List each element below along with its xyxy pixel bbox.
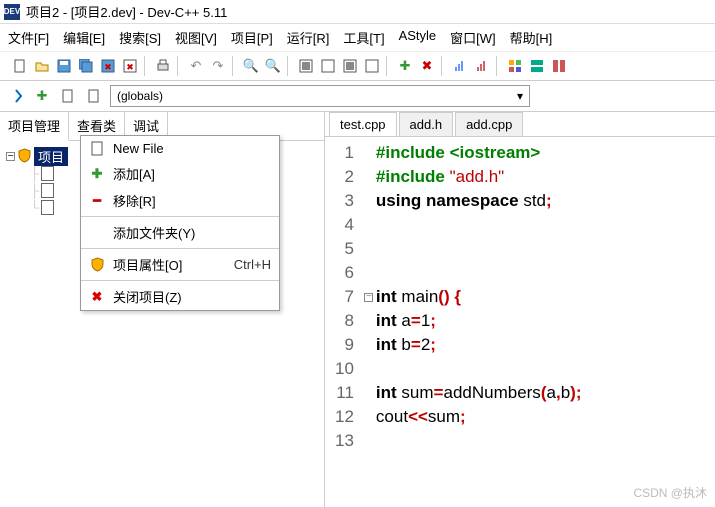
project-root-node[interactable]: 项目 bbox=[34, 147, 68, 166]
tab-project-manager[interactable]: 项目管理 bbox=[0, 112, 69, 141]
goto-bookmark-icon[interactable] bbox=[84, 86, 104, 106]
fold-gutter: − bbox=[362, 141, 376, 453]
shortcut-label: Ctrl+H bbox=[234, 257, 271, 272]
watermark: CSDN @执沐 bbox=[633, 484, 707, 501]
file-icon bbox=[89, 140, 105, 156]
titlebar: DEV 项目2 - [项目2.dev] - Dev-C++ 5.11 bbox=[0, 0, 715, 24]
new-file-icon[interactable] bbox=[10, 56, 30, 76]
close-icon: ✖ bbox=[89, 289, 105, 305]
shield-icon bbox=[17, 148, 32, 166]
svg-text:✖: ✖ bbox=[104, 62, 112, 72]
file-icon bbox=[41, 200, 54, 215]
file-icon bbox=[41, 183, 54, 198]
menu-tools[interactable]: 工具[T] bbox=[341, 27, 386, 48]
menu-astyle[interactable]: AStyle bbox=[397, 27, 439, 48]
file-icon bbox=[41, 166, 54, 181]
delete-profile-icon[interactable] bbox=[472, 56, 492, 76]
redo-icon[interactable]: ↷ bbox=[208, 56, 228, 76]
menu-window[interactable]: 窗口[W] bbox=[448, 27, 498, 48]
compile-run-icon[interactable] bbox=[340, 56, 360, 76]
code-lines: #include <iostream> #include "add.h" usi… bbox=[376, 141, 582, 453]
find-icon[interactable]: 🔍 bbox=[241, 56, 261, 76]
shield-icon bbox=[89, 257, 105, 273]
compile-icon[interactable] bbox=[296, 56, 316, 76]
app-icon: DEV bbox=[4, 4, 20, 20]
save-all-icon[interactable] bbox=[76, 56, 96, 76]
tab-add-h[interactable]: add.h bbox=[399, 112, 454, 136]
tab-test-cpp[interactable]: test.cpp bbox=[329, 112, 397, 136]
profile-icon[interactable] bbox=[450, 56, 470, 76]
menu-add-folder[interactable]: 添加文件夹(Y) bbox=[81, 216, 279, 246]
open-icon[interactable] bbox=[32, 56, 52, 76]
menu-edit[interactable]: 编辑[E] bbox=[61, 27, 107, 48]
menu-close-project[interactable]: ✖ 关闭项目(Z) bbox=[81, 280, 279, 310]
code-editor[interactable]: 12345678910111213 − #include <iostream> … bbox=[325, 137, 715, 453]
goto-func-icon[interactable] bbox=[6, 86, 26, 106]
stop-icon[interactable]: ✖ bbox=[417, 56, 437, 76]
minus-icon: ━ bbox=[89, 193, 105, 209]
rebuild-icon[interactable] bbox=[362, 56, 382, 76]
replace-icon[interactable]: 🔍 bbox=[263, 56, 283, 76]
secondary-toolbar: ✚ (globals) ▾ bbox=[0, 81, 715, 112]
toolbar: ✖ ✖ ↶ ↷ 🔍 🔍 ✚ ✖ bbox=[0, 52, 715, 81]
chevron-down-icon: ▾ bbox=[517, 89, 523, 103]
scope-value: (globals) bbox=[117, 89, 163, 103]
window-layout1-icon[interactable] bbox=[505, 56, 525, 76]
menu-help[interactable]: 帮助[H] bbox=[508, 27, 555, 48]
editor-area: test.cpp add.h add.cpp 12345678910111213… bbox=[325, 112, 715, 507]
tab-add-cpp[interactable]: add.cpp bbox=[455, 112, 523, 136]
close-file-icon[interactable]: ✖ bbox=[120, 56, 140, 76]
print-icon[interactable] bbox=[153, 56, 173, 76]
menu-view[interactable]: 视图[V] bbox=[173, 27, 219, 48]
fold-toggle-icon[interactable]: − bbox=[364, 293, 373, 302]
window-layout3-icon[interactable] bbox=[549, 56, 569, 76]
menu-remove[interactable]: ━ 移除[R] bbox=[81, 187, 279, 214]
bookmark-icon[interactable] bbox=[58, 86, 78, 106]
context-menu: New File ✚ 添加[A] ━ 移除[R] 添加文件夹(Y) 项目属性[O… bbox=[80, 135, 280, 311]
tree-expander-icon[interactable]: − bbox=[6, 152, 15, 161]
menu-new-file[interactable]: New File bbox=[81, 136, 279, 160]
undo-icon[interactable]: ↶ bbox=[186, 56, 206, 76]
menu-add[interactable]: ✚ 添加[A] bbox=[81, 160, 279, 187]
menu-project[interactable]: 项目[P] bbox=[229, 27, 275, 48]
blank-icon bbox=[89, 225, 105, 241]
run-icon[interactable] bbox=[318, 56, 338, 76]
scope-select[interactable]: (globals) ▾ bbox=[110, 85, 530, 107]
save-as-icon[interactable]: ✖ bbox=[98, 56, 118, 76]
menu-run[interactable]: 运行[R] bbox=[285, 27, 332, 48]
menu-file[interactable]: 文件[F] bbox=[6, 27, 51, 48]
menubar: 文件[F] 编辑[E] 搜索[S] 视图[V] 项目[P] 运行[R] 工具[T… bbox=[0, 24, 715, 52]
save-icon[interactable] bbox=[54, 56, 74, 76]
line-gutter: 12345678910111213 bbox=[325, 141, 362, 453]
debug-icon[interactable]: ✚ bbox=[395, 56, 415, 76]
svg-text:✖: ✖ bbox=[126, 62, 134, 72]
new-class-icon[interactable]: ✚ bbox=[32, 86, 52, 106]
plus-icon: ✚ bbox=[89, 166, 105, 182]
menu-search[interactable]: 搜索[S] bbox=[117, 27, 163, 48]
window-title: 项目2 - [项目2.dev] - Dev-C++ 5.11 bbox=[26, 2, 227, 21]
sidebar: 项目管理 查看类 调试 − 项目 ├ ├ └ New File ✚ 添加 bbox=[0, 112, 325, 507]
window-layout2-icon[interactable] bbox=[527, 56, 547, 76]
menu-properties[interactable]: 项目属性[O] Ctrl+H bbox=[81, 248, 279, 278]
